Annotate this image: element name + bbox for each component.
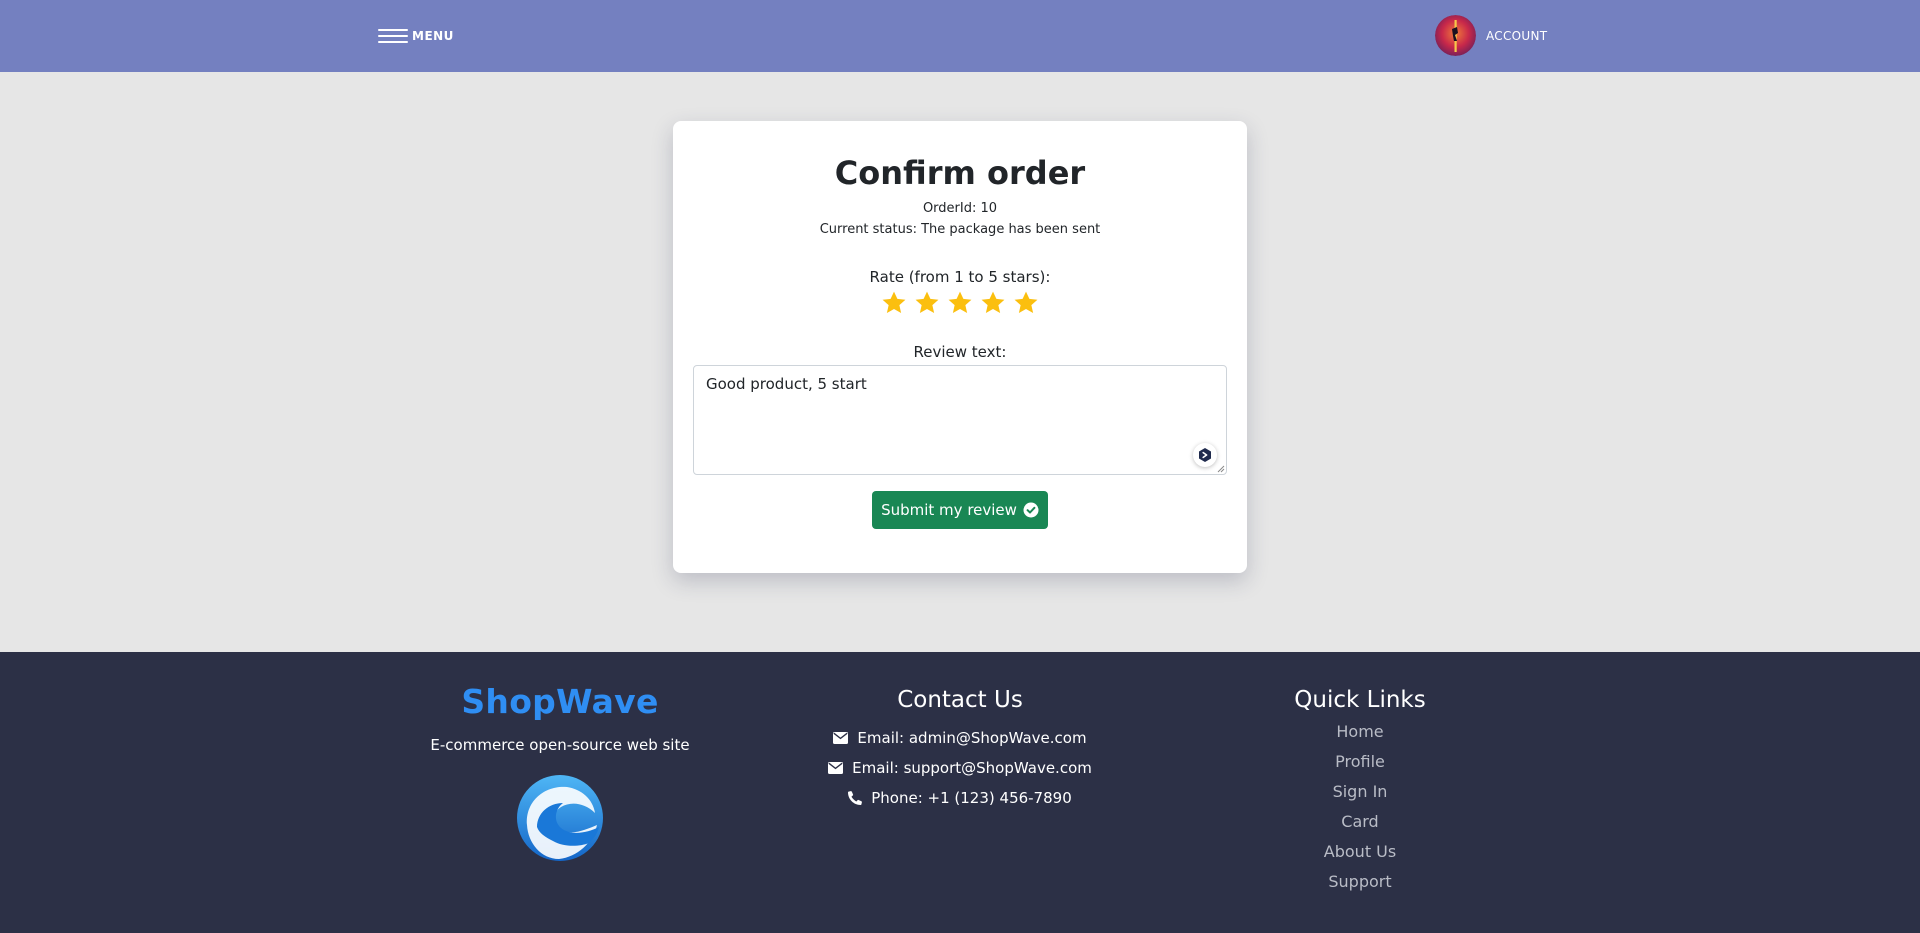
avatar (1435, 15, 1476, 56)
hamburger-icon (378, 29, 408, 43)
phone-icon (848, 791, 863, 805)
review-label: Review text: (913, 343, 1007, 361)
star-icon[interactable] (913, 289, 941, 317)
star-icon[interactable] (880, 289, 908, 317)
contact-heading: Contact Us (897, 687, 1023, 713)
contact-email-admin-text[interactable]: Email: admin@ShopWave.com (857, 729, 1086, 747)
brand-name: ShopWave (461, 682, 659, 721)
quick-link-card[interactable]: Card (1180, 812, 1540, 831)
account-label: ACCOUNT (1486, 28, 1548, 43)
top-navbar: MENU ACCOUNT (0, 0, 1920, 72)
rating-label: Rate (from 1 to 5 stars): (869, 268, 1051, 286)
envelope-icon (828, 762, 844, 774)
contact-phone-text[interactable]: Phone: +1 (123) 456-7890 (871, 789, 1072, 807)
quick-links-heading: Quick Links (1294, 687, 1426, 713)
menu-label: MENU (412, 29, 454, 43)
order-status: Current status: The package has been sen… (819, 222, 1101, 237)
star-icon[interactable] (979, 289, 1007, 317)
submit-review-label: Submit my review (881, 501, 1017, 519)
wave-logo-icon (517, 775, 603, 861)
quick-link-profile[interactable]: Profile (1180, 752, 1540, 771)
grammar-assistant-icon[interactable] (1193, 443, 1217, 467)
brand-tagline: E-commerce open-source web site (430, 736, 690, 754)
submit-review-button[interactable]: Submit my review (872, 491, 1048, 529)
star-icon[interactable] (1012, 289, 1040, 317)
quick-link-support[interactable]: Support (1180, 872, 1540, 891)
quick-link-about-us[interactable]: About Us (1180, 842, 1540, 861)
contact-email-support-text[interactable]: Email: support@ShopWave.com (852, 759, 1092, 777)
menu-button[interactable]: MENU (378, 24, 454, 48)
contact-email-support: Email: support@ShopWave.com (780, 759, 1140, 777)
confirm-order-card: Confirm order OrderId: 10 Current status… (673, 121, 1247, 573)
footer: ShopWave E-commerce open-source web site… (0, 652, 1920, 933)
order-id: OrderId: 10 (922, 201, 998, 216)
star-icon[interactable] (946, 289, 974, 317)
resize-handle-icon[interactable] (1217, 465, 1225, 473)
contact-phone: Phone: +1 (123) 456-7890 (780, 789, 1140, 807)
envelope-icon (833, 732, 849, 744)
check-circle-icon (1023, 502, 1039, 518)
quick-link-home[interactable]: Home (1180, 722, 1540, 741)
quick-link-sign-in[interactable]: Sign In (1180, 782, 1540, 801)
contact-email-admin: Email: admin@ShopWave.com (780, 729, 1140, 747)
account-button[interactable]: ACCOUNT (1435, 15, 1547, 56)
page-title: Confirm order (834, 154, 1086, 192)
review-textarea[interactable]: Good product, 5 start (693, 365, 1227, 475)
star-rating (673, 289, 1247, 317)
